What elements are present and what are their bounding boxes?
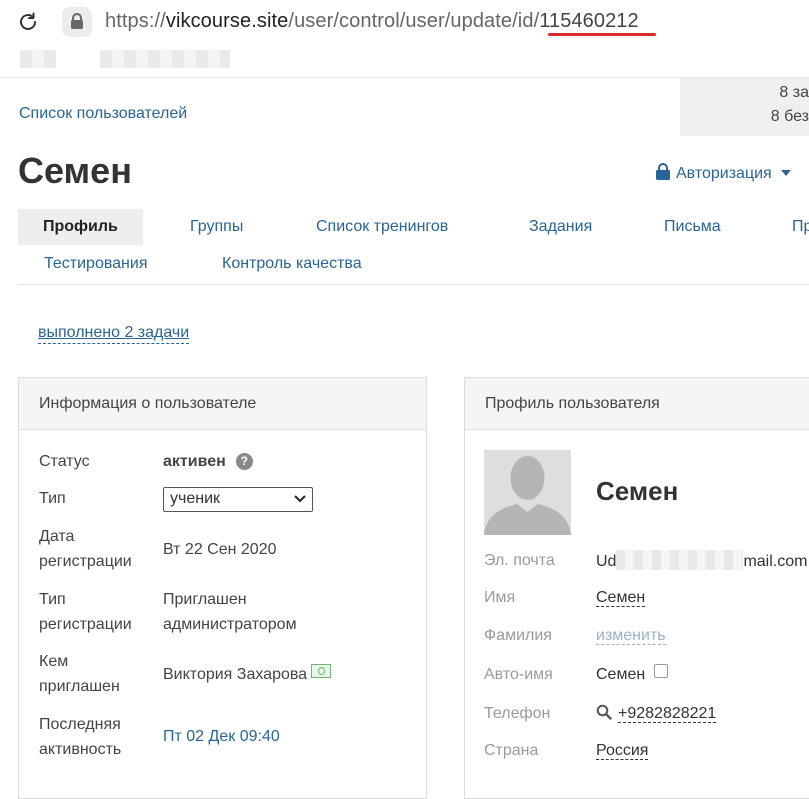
address-bar[interactable]: https://vikcourse.site/user/control/user…	[0, 0, 809, 46]
invited-by-value: Виктория Захарова	[163, 666, 308, 683]
user-silhouette-icon	[484, 450, 571, 535]
user-info-title: Информация о пользователе	[39, 395, 257, 412]
auto-name-row: Семен	[596, 664, 669, 686]
user-info-header: Информация о пользователе	[19, 378, 426, 430]
first-name-value[interactable]: Семен	[596, 589, 646, 607]
blurred-bookmark	[20, 50, 56, 68]
tab-testing[interactable]: Тестирования	[44, 255, 148, 273]
auto-name-value: Семен	[596, 666, 646, 683]
last-activity-label-line2: активность	[39, 741, 122, 758]
phone-label: Телефон	[484, 705, 551, 722]
auto-name-label: Авто-имя	[484, 666, 553, 683]
tasks-done-link[interactable]: выполнено 2 задачи	[38, 323, 190, 344]
url-id-highlight	[548, 33, 656, 36]
reg-type-value-line2: администратором	[163, 616, 297, 633]
auto-name-checkbox[interactable]	[654, 664, 669, 678]
invited-by-row: Виктория Захарова	[163, 662, 332, 687]
last-name-edit-link[interactable]: изменить	[596, 627, 666, 645]
reload-icon[interactable]	[16, 10, 40, 34]
reg-type-value-line1: Приглашен	[163, 591, 247, 608]
reg-type-label-line2: регистрации	[39, 616, 132, 633]
tab-trainings[interactable]: Список тренингов	[316, 218, 448, 236]
phone-row: +9282828221	[596, 703, 717, 725]
last-activity-link[interactable]: Пт 02 Дек 09:40	[163, 724, 280, 749]
users-list-link[interactable]: Список пользователей	[19, 105, 187, 123]
tab-quality-control[interactable]: Контроль качества	[222, 255, 362, 273]
status-label: Статус	[39, 453, 90, 470]
status-row: активен?	[163, 449, 253, 474]
invited-by-label-line1: Кем	[39, 653, 69, 670]
page-title: Семен	[18, 150, 132, 191]
tab-tasks[interactable]: Задания	[529, 218, 592, 236]
authorization-dropdown[interactable]: Авторизация	[655, 163, 796, 183]
url-user-id: 115460212	[539, 10, 639, 32]
status-value: активен	[163, 453, 226, 470]
phone-value[interactable]: +9282828221	[618, 705, 717, 723]
stats-line-1: 8 за	[779, 84, 809, 101]
tab-more[interactable]: Пр	[792, 218, 809, 236]
last-name-label: Фамилия	[484, 627, 552, 644]
reg-date-label-line1: Дата	[39, 528, 75, 545]
url-host: vikcourse.site	[165, 10, 289, 32]
user-profile-header: Профиль пользователя	[465, 378, 809, 430]
type-select-value: ученик	[170, 490, 221, 507]
tabs-divider	[18, 284, 809, 285]
search-icon[interactable]	[596, 704, 612, 720]
url-text[interactable]: https://vikcourse.site/user/control/user…	[105, 10, 639, 33]
email-label: Эл. почта	[484, 552, 555, 569]
tab-letters[interactable]: Письма	[664, 218, 721, 236]
last-activity-label-line1: Последняя	[39, 716, 121, 733]
stats-line-2: 8 без	[770, 108, 809, 125]
url-path: /user/control/user/update/id/	[288, 10, 540, 32]
site-lock-icon[interactable]	[62, 7, 92, 37]
reg-date-value: Вт 22 Сен 2020	[163, 541, 277, 558]
tab-profile[interactable]: Профиль	[18, 209, 143, 245]
authorization-label: Авторизация	[676, 165, 772, 182]
type-label: Тип	[39, 490, 66, 507]
chevron-down-icon	[294, 495, 306, 503]
user-profile-title: Профиль пользователя	[485, 395, 660, 412]
tab-groups[interactable]: Группы	[190, 218, 243, 236]
profile-name: Семен	[596, 476, 679, 506]
reg-date-label-line2: регистрации	[39, 553, 132, 570]
invited-by-label-line2: приглашен	[39, 678, 120, 695]
money-icon[interactable]	[311, 664, 332, 678]
help-icon[interactable]: ?	[235, 453, 253, 470]
first-name-label: Имя	[484, 589, 516, 606]
lock-icon	[656, 163, 670, 180]
caret-down-icon	[781, 170, 792, 176]
email-value[interactable]: Ud mail.com	[596, 550, 807, 573]
blurred-bookmark	[100, 50, 230, 68]
type-select[interactable]: ученик	[163, 487, 313, 512]
avatar[interactable]	[484, 450, 571, 535]
country-value[interactable]: Россия	[596, 742, 649, 760]
reg-type-label-line1: Тип	[39, 591, 66, 608]
stats-box: 8 за 8 без	[680, 78, 809, 136]
email-redacted	[616, 550, 744, 570]
country-label: Страна	[484, 742, 539, 759]
